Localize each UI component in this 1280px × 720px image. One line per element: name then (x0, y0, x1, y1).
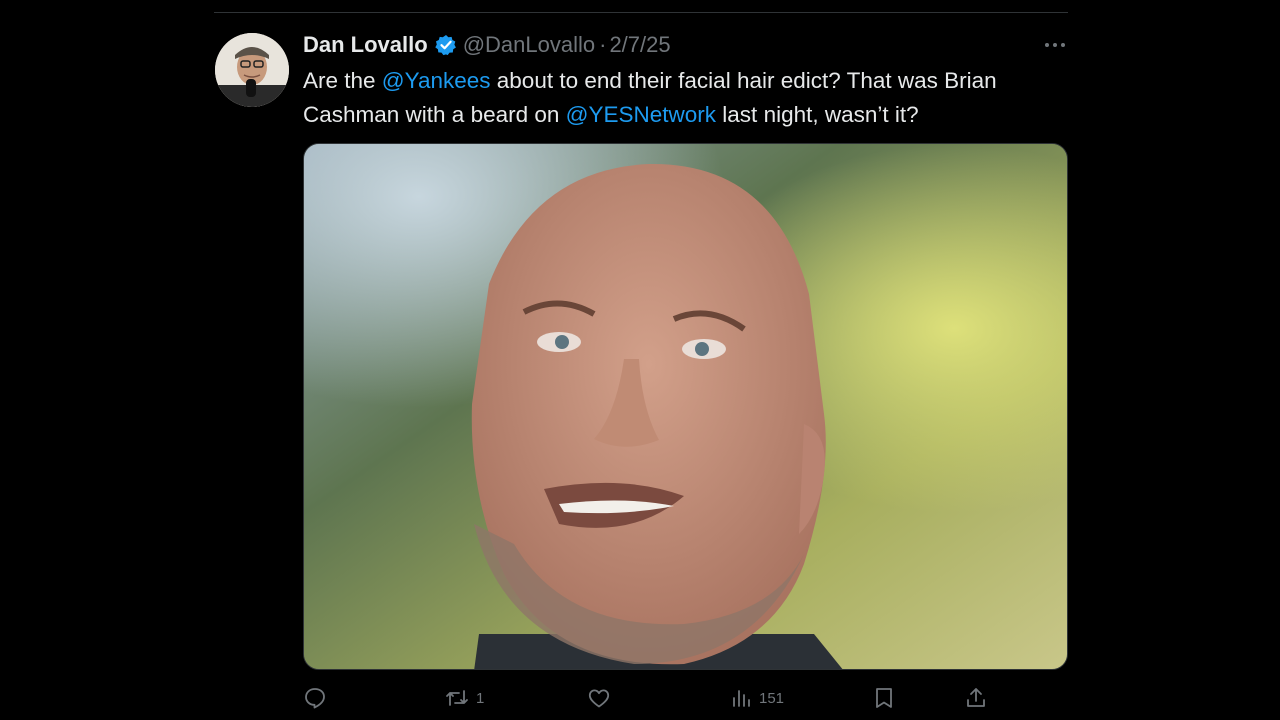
bookmark-icon (872, 686, 896, 710)
author-avatar[interactable] (215, 33, 289, 107)
share-button[interactable] (964, 682, 994, 714)
mention-yesnetwork-link[interactable]: @YESNetwork (566, 102, 716, 127)
retweet-icon (444, 686, 470, 710)
author-name[interactable]: Dan Lovallo (303, 32, 428, 58)
verified-badge-icon (434, 34, 457, 56)
separator-dot: · (599, 32, 607, 57)
tweet-date[interactable]: 2/7/25 (609, 32, 670, 58)
mention-yankees-link[interactable]: @Yankees (382, 68, 491, 93)
reply-button[interactable] (303, 682, 333, 714)
views-icon (731, 686, 753, 710)
top-divider (214, 12, 1068, 13)
tweet-media-image[interactable] (303, 143, 1068, 670)
tweet-header: Dan Lovallo @DanLovallo · 2/7/25 (303, 30, 671, 60)
tweet-text-part: last night, wasn’t it? (716, 102, 919, 127)
views-count: 151 (759, 689, 785, 707)
tweet-text-part: Are the (303, 68, 382, 93)
retweet-count: 1 (476, 689, 485, 707)
heart-icon (587, 686, 611, 710)
bookmark-button[interactable] (872, 682, 902, 714)
reply-icon (303, 686, 327, 710)
more-dots-icon[interactable] (1040, 34, 1070, 56)
like-button[interactable] (587, 682, 617, 714)
share-icon (964, 686, 988, 710)
tweet-text: Are the @Yankees about to end their faci… (303, 64, 1073, 132)
author-handle[interactable]: @DanLovallo (463, 32, 595, 58)
retweet-button[interactable]: 1 (444, 682, 484, 714)
views-button[interactable]: 151 (731, 682, 784, 714)
tweet-actions-bar: 1 151 (303, 682, 1068, 714)
